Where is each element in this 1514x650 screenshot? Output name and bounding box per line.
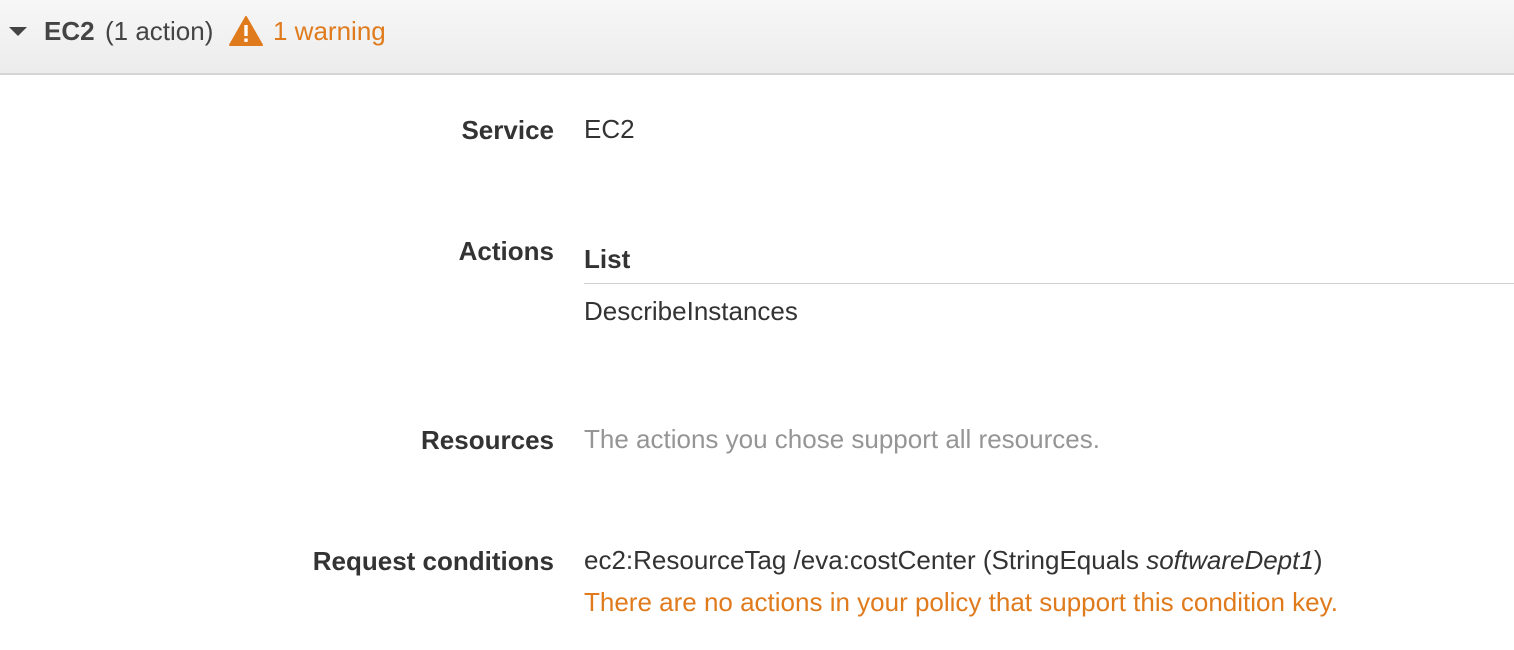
service-section-header[interactable]: EC2 (1 action) 1 warning — [0, 0, 1514, 75]
condition-expression: ec2:ResourceTag /eva:costCenter (StringE… — [584, 545, 1323, 576]
conditions-label: Request conditions — [312, 546, 554, 576]
action-group-heading: List — [584, 244, 631, 274]
condition-key: ec2:ResourceTag /eva:costCenter (StringE… — [584, 545, 1147, 575]
action-item: DescribeInstances — [584, 296, 798, 326]
condition-value: softwareDept1 — [1146, 545, 1314, 575]
resources-label: Resources — [421, 425, 554, 455]
service-title: EC2 — [44, 16, 95, 46]
action-count: (1 action) — [105, 16, 214, 46]
resources-value: The actions you chose support all resour… — [584, 424, 1100, 454]
condition-warning: There are no actions in your policy that… — [584, 587, 1338, 617]
actions-label: Actions — [458, 236, 554, 266]
service-value: EC2 — [584, 114, 635, 144]
service-label: Service — [461, 115, 554, 145]
caret-down-icon[interactable] — [9, 27, 27, 36]
divider — [584, 283, 1514, 284]
warning-icon — [229, 16, 263, 46]
warning-count[interactable]: 1 warning — [273, 15, 386, 47]
condition-close: ) — [1313, 545, 1323, 575]
